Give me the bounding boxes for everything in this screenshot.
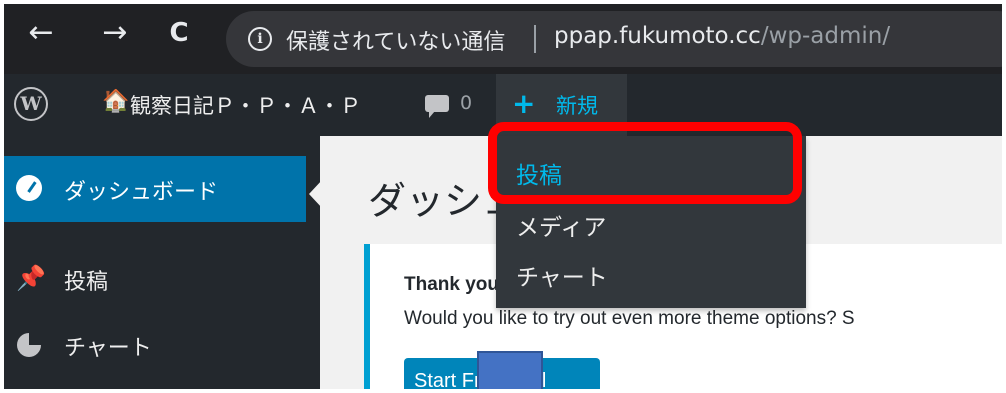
highlight-annotation [488, 122, 802, 204]
security-status: 保護されていない通信 [286, 30, 506, 55]
forward-icon[interactable]: → [96, 14, 134, 52]
sidebar-item-dashboard[interactable]: ダッシュボード [4, 156, 306, 222]
url-text[interactable]: ppap.fukumoto.cc/wp-admin/ [554, 23, 890, 49]
sidebar-item-chart[interactable]: チャート [4, 312, 320, 378]
dashboard-icon [16, 175, 42, 201]
url-host: ppap.fukumoto.cc [554, 23, 761, 49]
sidebar-item-label: ダッシュボード [64, 180, 219, 205]
browser-toolbar: ← → C i 保護されていない通信 ppap.fukumoto.cc/wp-a… [4, 4, 1002, 74]
info-icon[interactable]: i [248, 27, 272, 51]
sidebar-item-label: チャート [64, 336, 152, 361]
wordpress-logo-icon[interactable]: W [14, 87, 48, 121]
back-icon[interactable]: ← [22, 14, 60, 52]
new-content-label: 新規 [556, 94, 598, 118]
comment-count[interactable]: 0 [460, 92, 472, 114]
menu-item-media[interactable]: メディア [516, 208, 606, 242]
redaction-box [477, 351, 543, 389]
sidebar-item-label: 投稿 [64, 270, 109, 295]
menu-item-chart[interactable]: チャート [516, 258, 608, 292]
url-divider [534, 25, 536, 53]
pin-icon: 📌 [16, 264, 46, 292]
notice-text: Would you like to try out even more them… [404, 308, 855, 329]
comment-icon[interactable] [425, 95, 449, 118]
address-bar[interactable]: i 保護されていない通信 ppap.fukumoto.cc/wp-admin/ [226, 11, 1002, 67]
admin-sidebar: ダッシュボード 📌 投稿 チャート [4, 136, 320, 389]
sidebar-item-posts[interactable]: 📌 投稿 [4, 246, 320, 312]
url-path: /wp-admin/ [760, 23, 891, 49]
screenshot-frame: ← → C i 保護されていない通信 ppap.fukumoto.cc/wp-a… [4, 4, 1002, 389]
site-name-link[interactable]: 観察日記Ｐ・Ｐ・Ａ・Ｐ [130, 90, 361, 120]
home-icon[interactable]: 🏠 [102, 89, 129, 114]
pie-chart-icon [17, 333, 41, 357]
plus-icon: + [512, 87, 536, 120]
reload-icon[interactable]: C [160, 14, 198, 52]
